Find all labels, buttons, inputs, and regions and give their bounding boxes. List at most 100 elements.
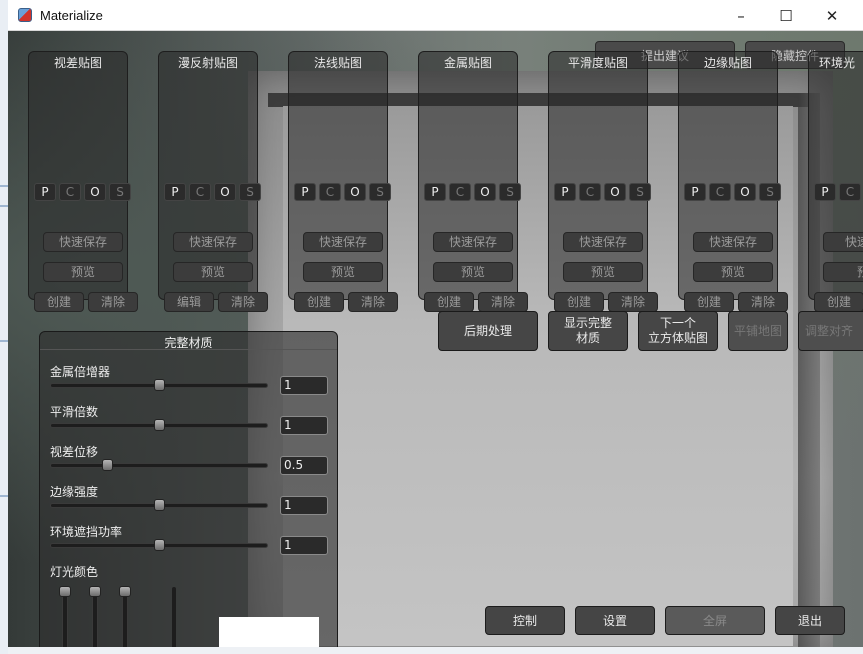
p-button[interactable]: P <box>684 183 706 201</box>
o-button[interactable]: O <box>604 183 626 201</box>
quick-save-button[interactable]: 快速保存 <box>43 232 123 252</box>
show-full-material-button[interactable]: 显示完整 材质 <box>548 311 628 351</box>
preview-button[interactable]: 预览 <box>43 262 123 282</box>
metallic-multiplier-field[interactable]: 1 <box>280 376 328 395</box>
maximize-button[interactable]: ☐ <box>763 0 809 31</box>
create-button[interactable]: 创建 <box>814 292 863 312</box>
create-button[interactable]: 创建 <box>554 292 604 312</box>
s-button[interactable]: S <box>109 183 131 201</box>
p-button[interactable]: P <box>34 183 56 201</box>
exit-button[interactable]: 退出 <box>775 606 845 635</box>
clear-button[interactable]: 清除 <box>88 292 138 312</box>
title-bar: Materialize – ☐ ✕ <box>8 0 863 31</box>
preview-button[interactable]: 预 <box>823 262 863 282</box>
settings-button[interactable]: 设置 <box>575 606 655 635</box>
slider-handle[interactable] <box>89 586 101 597</box>
slider-handle[interactable] <box>154 499 165 511</box>
ao-power-slider[interactable] <box>50 539 268 551</box>
edge-strength-field[interactable]: 1 <box>280 496 328 515</box>
slider-handle[interactable] <box>154 379 165 391</box>
c-button[interactable]: C <box>59 183 81 201</box>
parallax-displacement-slider[interactable] <box>50 459 268 471</box>
slider-handle[interactable] <box>102 459 113 471</box>
post-process-button[interactable]: 后期处理 <box>438 311 538 351</box>
window-title: Materialize <box>40 7 103 23</box>
quick-save-button[interactable]: 快速保 <box>823 232 863 252</box>
panel-title: 法线贴图 <box>313 56 362 70</box>
preview-button[interactable]: 预览 <box>433 262 513 282</box>
s-button[interactable]: S <box>759 183 781 201</box>
edge-strength-label: 边缘强度 <box>50 485 99 499</box>
p-button[interactable]: P <box>424 183 446 201</box>
preview-button[interactable]: 预览 <box>303 262 383 282</box>
o-button[interactable]: O <box>84 183 106 201</box>
preview-button[interactable]: 预览 <box>693 262 773 282</box>
metallic-multiplier-slider[interactable] <box>50 379 268 391</box>
smoothness-multiplier-label: 平滑倍数 <box>50 405 99 419</box>
clear-button[interactable]: 清除 <box>218 292 268 312</box>
light-color-red-slider[interactable] <box>59 586 71 647</box>
edge-strength-slider[interactable] <box>50 499 268 511</box>
smoothness-map-panel: 平滑度贴图 P C O S 快速保存 预览 创建 清除 <box>548 51 658 312</box>
clear-button[interactable]: 清除 <box>738 292 788 312</box>
quick-save-button[interactable]: 快速保存 <box>303 232 383 252</box>
create-button[interactable]: 创建 <box>34 292 84 312</box>
quick-save-button[interactable]: 快速保存 <box>693 232 773 252</box>
p-button[interactable]: P <box>554 183 576 201</box>
tile-map-button[interactable]: 平铺地图 <box>728 311 788 351</box>
slider-handle[interactable] <box>119 586 131 597</box>
s-button[interactable]: S <box>239 183 261 201</box>
show-full-material-label-2: 材质 <box>575 331 600 345</box>
s-button[interactable]: S <box>369 183 391 201</box>
control-button[interactable]: 控制 <box>485 606 565 635</box>
c-button[interactable]: C <box>189 183 211 201</box>
clear-button[interactable]: 清除 <box>608 292 658 312</box>
clear-button[interactable]: 清除 <box>478 292 528 312</box>
c-button[interactable]: C <box>319 183 341 201</box>
scene-viewport[interactable]: 提出建议 隐藏控件 视差贴图 P C O S 快速保存 预览 创建 清除 漫反射… <box>8 31 863 647</box>
s-button[interactable]: S <box>629 183 651 201</box>
edit-button[interactable]: 编辑 <box>164 292 214 312</box>
slider-handle[interactable] <box>154 539 165 551</box>
close-button[interactable]: ✕ <box>809 0 855 31</box>
quick-save-button[interactable]: 快速保存 <box>563 232 643 252</box>
minimize-button[interactable]: – <box>718 0 764 31</box>
preview-button[interactable]: 预览 <box>173 262 253 282</box>
quick-save-button[interactable]: 快速保存 <box>433 232 513 252</box>
fullscreen-button[interactable]: 全屏 <box>665 606 765 635</box>
light-color-green-slider[interactable] <box>89 586 101 647</box>
create-button[interactable]: 创建 <box>294 292 344 312</box>
panel-title: 漫反射贴图 <box>177 56 238 70</box>
o-button[interactable]: O <box>344 183 366 201</box>
c-button[interactable]: C <box>449 183 471 201</box>
p-button[interactable]: P <box>814 183 836 201</box>
smoothness-multiplier-slider[interactable] <box>50 419 268 431</box>
c-button[interactable]: C <box>709 183 731 201</box>
smoothness-multiplier-field[interactable]: 1 <box>280 416 328 435</box>
s-button[interactable]: S <box>499 183 521 201</box>
slider-handle[interactable] <box>154 419 165 431</box>
quick-save-button[interactable]: 快速保存 <box>173 232 253 252</box>
parallax-displacement-label: 视差位移 <box>50 445 99 459</box>
slider-handle[interactable] <box>59 586 71 597</box>
create-button[interactable]: 创建 <box>684 292 734 312</box>
p-button[interactable]: P <box>294 183 316 201</box>
create-button[interactable]: 创建 <box>424 292 474 312</box>
o-button[interactable]: O <box>214 183 236 201</box>
ao-power-field[interactable]: 1 <box>280 536 328 555</box>
preview-button[interactable]: 预览 <box>563 262 643 282</box>
o-button[interactable]: O <box>474 183 496 201</box>
c-button[interactable]: C <box>579 183 601 201</box>
divider <box>40 349 337 350</box>
o-button[interactable]: O <box>734 183 756 201</box>
c-button[interactable]: C <box>839 183 861 201</box>
parallax-displacement-field[interactable]: 0.5 <box>280 456 328 475</box>
light-color-blue-slider[interactable] <box>119 586 131 647</box>
adjust-align-button[interactable]: 调整对齐 <box>798 311 863 351</box>
p-button[interactable]: P <box>164 183 186 201</box>
ambient-occlusion-map-panel: 环境光 P C 快速保 预 创建 <box>808 51 863 312</box>
light-intensity-slider[interactable] <box>172 587 176 647</box>
clear-button[interactable]: 清除 <box>348 292 398 312</box>
panel-title: 环境光 <box>819 56 856 70</box>
next-cubemap-button[interactable]: 下一个 立方体贴图 <box>638 311 718 351</box>
